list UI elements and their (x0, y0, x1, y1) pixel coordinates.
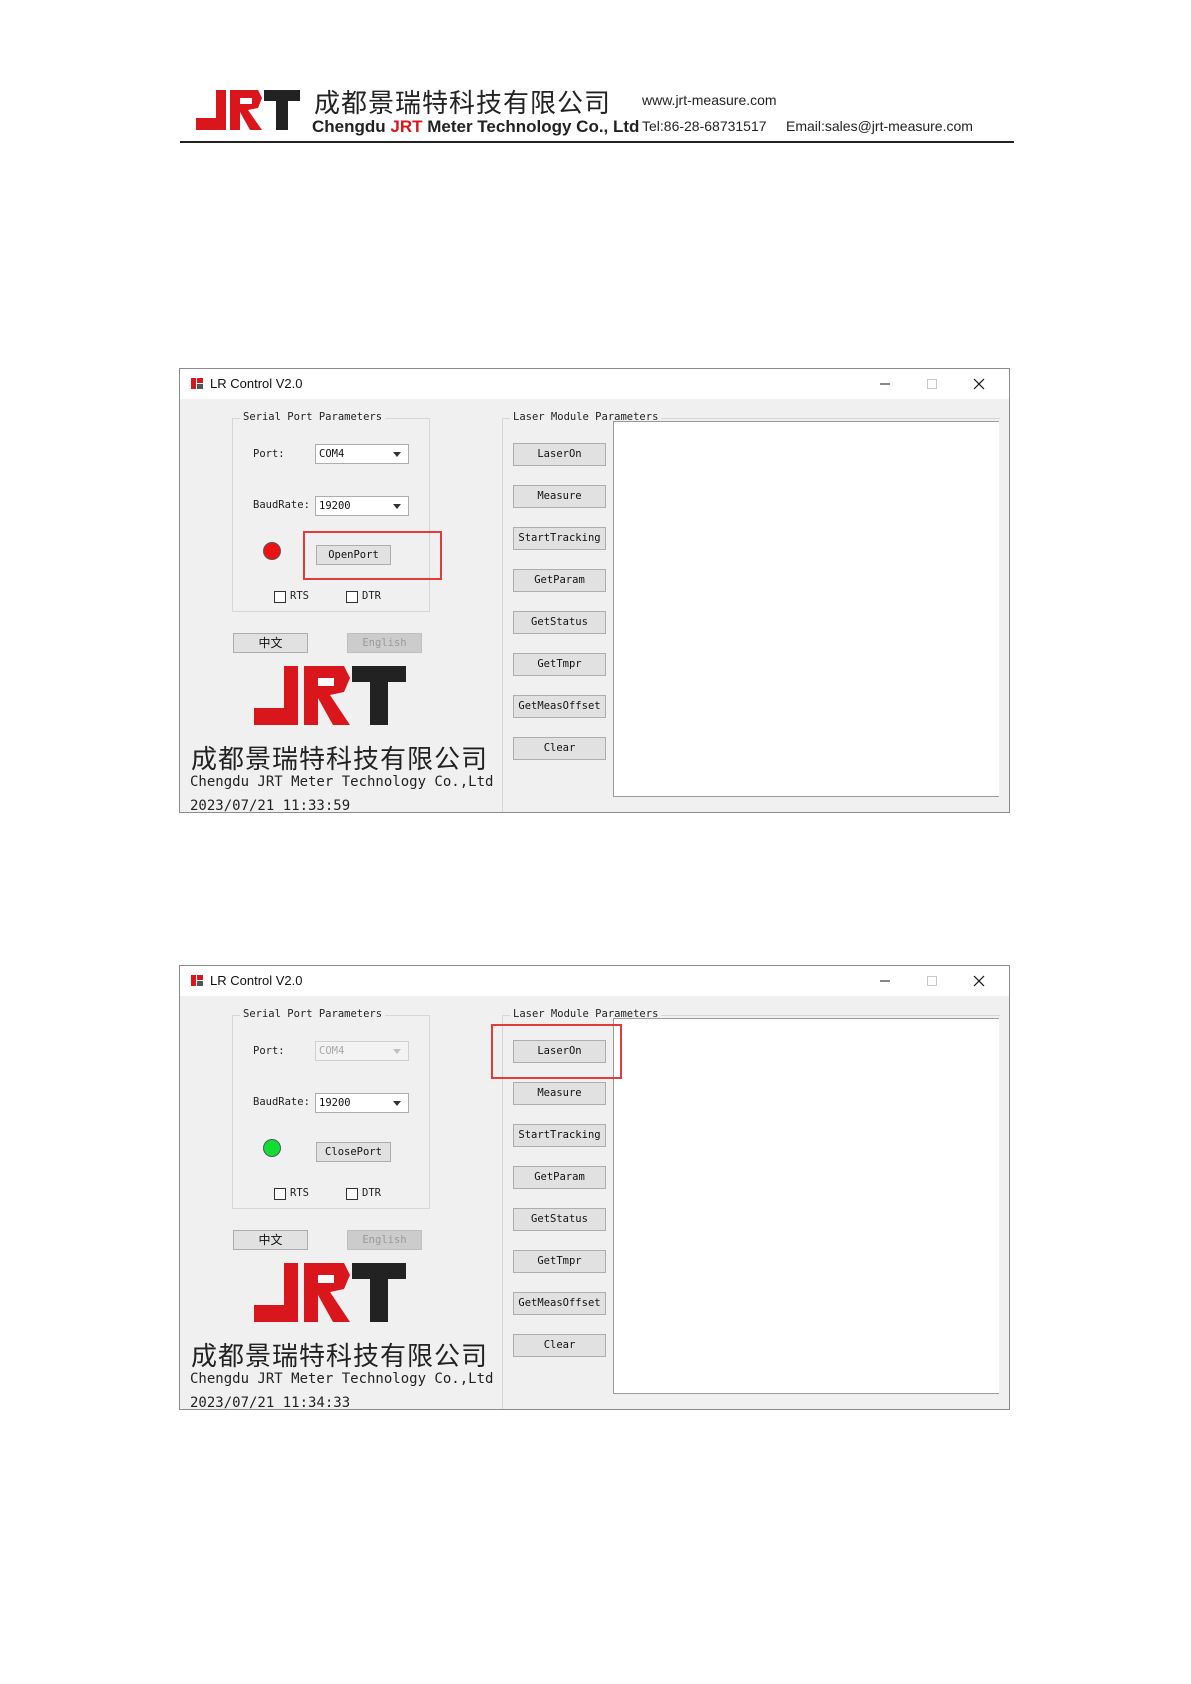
header-tel: Tel:86-28-68731517 (642, 118, 767, 134)
start-tracking-button[interactable]: StartTracking (513, 1124, 606, 1147)
minimize-icon[interactable] (870, 372, 900, 396)
jrt-logo-icon (254, 666, 406, 725)
chevron-down-icon (393, 452, 401, 457)
current-datetime: 2023/07/21 11:34:33 (190, 1395, 351, 1410)
baud-rate-select[interactable]: 19200 (315, 1093, 409, 1113)
rts-checkbox[interactable] (274, 591, 286, 603)
get-tmpr-button[interactable]: GetTmpr (513, 1250, 606, 1273)
output-textarea[interactable] (613, 1018, 999, 1394)
rts-label: RTS (290, 590, 309, 602)
window-title: LR Control V2.0 (210, 973, 303, 988)
measure-button[interactable]: Measure (513, 485, 606, 508)
dtr-checkbox[interactable] (346, 591, 358, 603)
minimize-icon[interactable] (870, 969, 900, 993)
app-icon (191, 378, 203, 389)
port-label: Port: (253, 448, 285, 460)
chevron-down-icon (393, 1049, 401, 1054)
company-name-cn: 成都景瑞特科技有限公司 (191, 1342, 489, 1372)
baud-rate-select-value: 19200 (319, 500, 351, 512)
dtr-label: DTR (362, 1187, 381, 1199)
dtr-checkbox[interactable] (346, 1188, 358, 1200)
app-window-2: LR Control V2.0 Serial Port Parameters P… (179, 965, 1010, 1410)
baud-rate-label: BaudRate: (253, 1096, 310, 1108)
port-status-indicator (263, 1139, 281, 1157)
document-header: 成都景瑞特科技有限公司 Chengdu JRT Meter Technology… (180, 82, 1020, 144)
clear-button[interactable]: Clear (513, 1334, 606, 1357)
chinese-language-button[interactable]: 中文 (233, 633, 308, 653)
output-textarea[interactable] (613, 421, 999, 797)
maximize-icon[interactable] (917, 372, 947, 396)
current-datetime: 2023/07/21 11:33:59 (190, 798, 351, 813)
header-divider (180, 141, 1014, 143)
app-window-1: LR Control V2.0 Serial Port Parameters P… (179, 368, 1010, 813)
close-icon[interactable] (964, 372, 994, 396)
port-select[interactable]: COM4 (315, 1041, 409, 1061)
port-label: Port: (253, 1045, 285, 1057)
get-tmpr-button[interactable]: GetTmpr (513, 653, 606, 676)
port-toggle-button[interactable]: ClosePort (316, 1142, 391, 1162)
company-name-en: Chengdu JRT Meter Technology Co.,Ltd (190, 774, 494, 790)
clear-button[interactable]: Clear (513, 737, 606, 760)
company-name-cn: 成都景瑞特科技有限公司 (191, 745, 489, 775)
get-status-button[interactable]: GetStatus (513, 1208, 606, 1231)
title-bar[interactable]: LR Control V2.0 (180, 369, 1009, 399)
dtr-label: DTR (362, 590, 381, 602)
laser-on-button[interactable]: LaserOn (513, 443, 606, 466)
header-email: Email:sales@jrt-measure.com (786, 118, 973, 134)
chevron-down-icon (393, 1101, 401, 1106)
rts-label: RTS (290, 1187, 309, 1199)
get-status-button[interactable]: GetStatus (513, 611, 606, 634)
chinese-language-button[interactable]: 中文 (233, 1230, 308, 1250)
close-icon[interactable] (964, 969, 994, 993)
maximize-icon[interactable] (917, 969, 947, 993)
jrt-logo-icon (254, 1263, 406, 1322)
highlight-box (491, 1024, 622, 1079)
port-status-indicator (263, 542, 281, 560)
rts-checkbox[interactable] (274, 1188, 286, 1200)
serial-port-group-label: Serial Port Parameters (240, 411, 386, 423)
port-select[interactable]: COM4 (315, 444, 409, 464)
measure-button[interactable]: Measure (513, 1082, 606, 1105)
english-language-button[interactable]: English (347, 1230, 422, 1250)
port-select-value: COM4 (319, 448, 345, 460)
title-bar[interactable]: LR Control V2.0 (180, 966, 1009, 996)
get-param-button[interactable]: GetParam (513, 569, 606, 592)
get-meas-offset-button[interactable]: GetMeasOffset (513, 1292, 606, 1315)
baud-rate-select[interactable]: 19200 (315, 496, 409, 516)
get-meas-offset-button[interactable]: GetMeasOffset (513, 695, 606, 718)
highlight-box (303, 531, 442, 580)
start-tracking-button[interactable]: StartTracking (513, 527, 606, 550)
chevron-down-icon (393, 504, 401, 509)
baud-rate-select-value: 19200 (319, 1097, 351, 1109)
port-select-value: COM4 (319, 1045, 345, 1057)
baud-rate-label: BaudRate: (253, 499, 310, 511)
serial-port-group-label: Serial Port Parameters (240, 1008, 386, 1020)
window-title: LR Control V2.0 (210, 376, 303, 391)
header-company-cn: 成都景瑞特科技有限公司 (314, 89, 612, 119)
app-icon (191, 975, 203, 986)
header-company-en: Chengdu JRT Meter Technology Co., Ltd (312, 117, 640, 136)
english-language-button[interactable]: English (347, 633, 422, 653)
company-name-en: Chengdu JRT Meter Technology Co.,Ltd (190, 1371, 494, 1387)
jrt-logo-icon (196, 90, 300, 130)
header-website: www.jrt-measure.com (642, 92, 777, 108)
get-param-button[interactable]: GetParam (513, 1166, 606, 1189)
